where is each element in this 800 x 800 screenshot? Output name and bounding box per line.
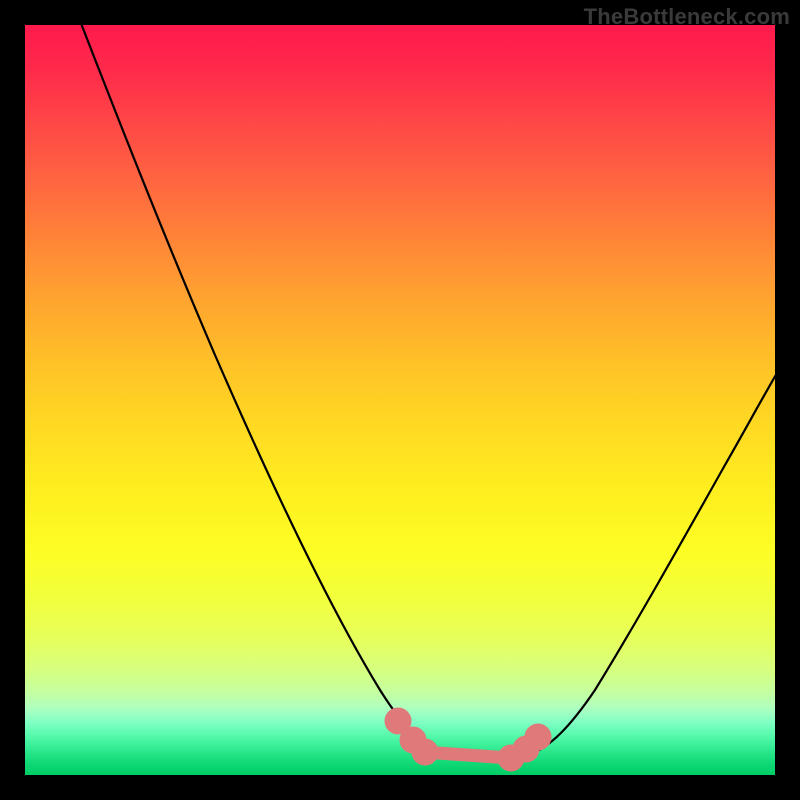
bottleneck-curve [25, 25, 775, 775]
curve-path [70, 25, 775, 761]
marker-band [391, 714, 545, 765]
chart-plot-area [25, 25, 775, 775]
chart-frame: TheBottleneck.com [0, 0, 800, 800]
watermark-text: TheBottleneck.com [584, 4, 790, 30]
